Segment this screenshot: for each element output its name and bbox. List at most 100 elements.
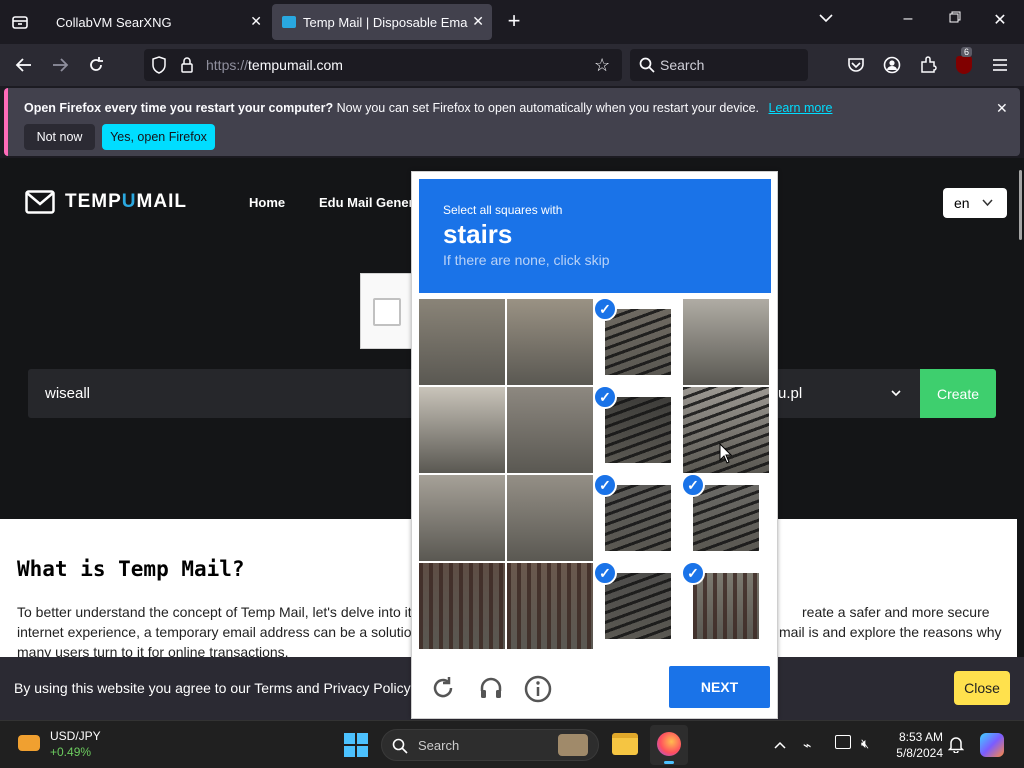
article-line: To better understand the concept of Temp… — [17, 604, 412, 620]
firefox-taskbar-icon[interactable] — [650, 725, 688, 765]
close-tab-icon[interactable]: ✕ — [250, 13, 262, 30]
site-logo[interactable]: TEMPUMAIL — [25, 190, 187, 214]
search-bar[interactable]: Search — [630, 49, 808, 81]
logo-text-part: MAIL — [136, 191, 187, 212]
stock-widget[interactable]: USD/JPY +0.49% — [18, 729, 128, 761]
file-explorer-icon[interactable] — [612, 733, 638, 755]
notification-bell-icon[interactable] — [948, 735, 964, 753]
url-bar[interactable]: https://tempumail.com ☆ — [144, 49, 622, 81]
taskbar-search-box[interactable]: Search — [381, 729, 599, 761]
image-grid: ✓ ✓ ✓ ✓ ✓ ✓ — [419, 297, 771, 651]
challenge-keyword: stairs — [443, 219, 513, 249]
not-now-button[interactable]: Not now — [24, 124, 95, 150]
notification-bold: Open Firefox every time you restart your… — [24, 101, 334, 115]
page-scrollbar[interactable] — [1017, 158, 1024, 720]
menu-hamburger-icon[interactable] — [988, 53, 1012, 77]
captcha-tile[interactable] — [683, 299, 769, 385]
captcha-tile[interactable] — [605, 309, 671, 375]
extensions-icon[interactable] — [916, 53, 940, 77]
create-button[interactable]: Create — [920, 369, 996, 418]
nav-edu-mail-generator[interactable]: Edu Mail Genera — [319, 195, 421, 210]
account-icon[interactable] — [880, 53, 904, 77]
mouse-cursor-icon — [719, 443, 733, 464]
nav-home[interactable]: Home — [249, 195, 285, 210]
captcha-tile[interactable] — [419, 475, 505, 561]
captcha-tile[interactable] — [605, 485, 671, 551]
captcha-tile[interactable] — [419, 387, 505, 473]
default-browser-notification: Open Firefox every time you restart your… — [4, 88, 1020, 156]
email-username-input[interactable]: wiseall — [45, 385, 90, 402]
minimize-icon[interactable]: – — [896, 10, 920, 28]
tile-selected-check-icon: ✓ — [681, 561, 705, 585]
logo-text-u: U — [121, 191, 137, 212]
next-button[interactable]: NEXT — [669, 666, 770, 708]
tab-temp-mail[interactable]: Temp Mail | Disposable Email Address ✕ — [272, 4, 492, 40]
captcha-tile[interactable] — [507, 475, 593, 561]
forward-icon[interactable] — [48, 53, 72, 77]
tile-selected-check-icon: ✓ — [593, 297, 617, 321]
tab-collabvm-searxng[interactable]: CollabVM SearXNG ✕ — [42, 4, 270, 40]
tab-list-icon[interactable] — [10, 12, 30, 32]
captcha-tile[interactable] — [693, 573, 759, 639]
network-icon[interactable]: ⌁ — [803, 737, 811, 754]
tile-selected-check-icon: ✓ — [593, 385, 617, 409]
close-notification-icon[interactable]: ✕ — [996, 100, 1008, 117]
reload-challenge-icon[interactable] — [430, 675, 456, 706]
tile-selected-check-icon: ✓ — [593, 473, 617, 497]
tracking-protection-shield-icon[interactable] — [151, 56, 167, 79]
windows-start-icon[interactable] — [344, 733, 368, 757]
volume-mute-icon[interactable]: 🔇︎ — [861, 736, 869, 752]
learn-more-link[interactable]: Learn more — [769, 101, 833, 115]
taskbar-search-placeholder: Search — [418, 738, 460, 753]
ublock-origin-icon[interactable]: 6 — [952, 47, 976, 77]
pocket-icon[interactable] — [844, 53, 868, 77]
bookmark-star-icon[interactable]: ☆ — [594, 55, 610, 76]
captcha-tile[interactable] — [605, 397, 671, 463]
extension-badge: 6 — [961, 47, 973, 57]
windows-taskbar: USD/JPY +0.49% Search ⌁ 🔇︎ 8:53 AM 5/8/2… — [0, 720, 1024, 768]
captcha-tile[interactable] — [605, 573, 671, 639]
captcha-tile[interactable] — [507, 563, 593, 649]
back-icon[interactable] — [12, 53, 36, 77]
clock[interactable]: 8:53 AM 5/8/2024 — [893, 729, 943, 761]
clock-time: 8:53 AM — [898, 730, 943, 744]
article-line: internet experience, a temporary email a… — [17, 624, 412, 640]
domain-select-value[interactable]: u.pl — [778, 385, 802, 402]
ticker-name: USD/JPY — [50, 729, 101, 743]
language-select[interactable]: en — [943, 188, 1007, 218]
tab-title: Temp Mail | Disposable Email Address — [303, 14, 468, 30]
chevron-down-icon — [982, 199, 993, 207]
close-window-icon[interactable]: ✕ — [988, 10, 1012, 30]
yes-open-firefox-button[interactable]: Yes, open Firefox — [102, 124, 215, 150]
copilot-icon[interactable] — [980, 733, 1004, 757]
reload-icon[interactable] — [84, 53, 108, 77]
captcha-tile[interactable] — [507, 387, 593, 473]
audio-challenge-icon[interactable] — [478, 675, 504, 706]
display-icon[interactable] — [835, 735, 851, 749]
lock-icon[interactable] — [180, 56, 194, 79]
tile-selected-check-icon: ✓ — [593, 561, 617, 585]
search-icon — [392, 738, 408, 754]
list-all-tabs-icon[interactable] — [814, 10, 838, 28]
recaptcha-checkbox[interactable] — [373, 298, 401, 326]
notification-text: Now you can set Firefox to open automati… — [333, 101, 760, 115]
show-hidden-icons-chevron-icon[interactable] — [774, 741, 786, 749]
language-value: en — [954, 195, 970, 211]
captcha-tile[interactable] — [419, 299, 505, 385]
chevron-down-icon[interactable] — [891, 390, 901, 397]
info-icon[interactable] — [524, 675, 552, 708]
challenge-hint: If there are none, click skip — [443, 252, 610, 268]
cookie-close-button[interactable]: Close — [954, 671, 1010, 705]
scrollbar-thumb[interactable] — [1019, 170, 1022, 240]
restore-icon[interactable] — [943, 10, 967, 28]
captcha-tile[interactable] — [507, 299, 593, 385]
captcha-tile[interactable] — [693, 485, 759, 551]
ticker-change: +0.49% — [50, 745, 92, 759]
new-tab-icon[interactable]: + — [502, 8, 526, 34]
url-text: https://tempumail.com — [206, 57, 343, 73]
envelope-logo-icon — [25, 190, 55, 214]
close-tab-icon[interactable]: ✕ — [472, 13, 484, 30]
tile-selected-check-icon: ✓ — [681, 473, 705, 497]
captcha-tile[interactable] — [419, 563, 505, 649]
challenge-instruction: Select all squares with — [443, 203, 563, 217]
